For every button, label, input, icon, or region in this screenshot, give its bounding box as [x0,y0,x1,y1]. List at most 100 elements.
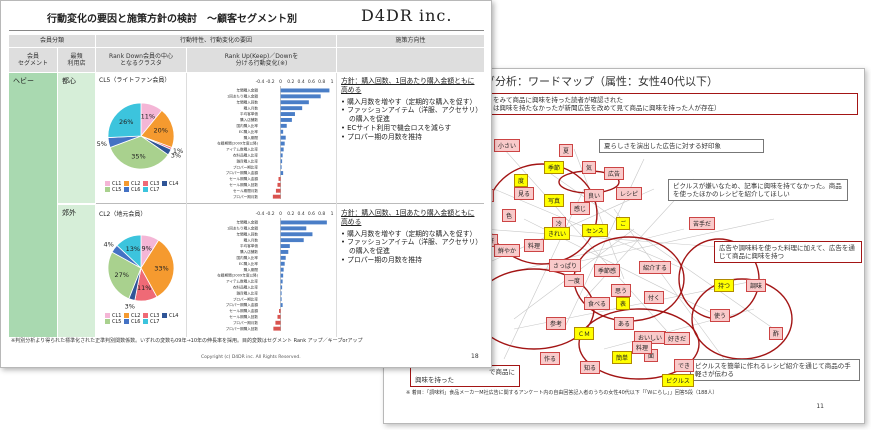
policy-suburb: 方針：購入回数、1回あたり購入金額ともに高める • 購入月数を増やす（定期的な購… [341,209,481,265]
word-node: ＣＭ [574,327,595,340]
bar-category-label: 雑貨購入比率 [236,158,258,163]
legend-label: CL6 [131,187,141,193]
word-node: 季節感 [594,264,621,277]
bar-axis-tick: 0.4 [298,211,305,217]
word-node: 使う [710,309,731,322]
pie-label-cl1: 11% [141,113,155,121]
bar-mark [280,238,304,243]
page-number: 18 [471,353,479,360]
policy-list-urban: • 購入月数を増やす（定期的な購入を促す） • ファッションアイテム（洋服、アクセ… [341,98,481,142]
bar-axis-tick: 0.6 [308,79,315,85]
bar-mark [280,147,284,152]
bar-mark [275,188,281,193]
pie-legend-urban: CL1 CL2 CL3 CL4CL5 CL6 CL7 [105,181,185,193]
header-policy-blank [337,48,484,72]
pie-label-cl2: 33% [154,265,168,273]
bar-axis-tick: -0.4 [256,79,265,85]
legend-item-cl7: CL7 [143,187,162,193]
annotation-interest-line-2: 興味を持った [415,376,454,385]
word-node: 付く [644,291,665,304]
bar-mark [280,244,290,248]
word-node: でき [674,359,695,372]
word-node: 紹介する [639,261,672,274]
bar-category-label: 衣料品購入比率 [233,285,259,290]
policy-item: • プロパー期の月数を推持 [341,132,422,141]
legend-swatch [105,187,110,192]
bar-category-label: セール期購入金額 [229,308,258,313]
bar-category-label: 購入月数 [244,105,259,110]
legend-swatch [143,313,148,318]
bar-category-label: 年間購入金額 [236,88,258,93]
legend-label: CL5 [112,319,122,325]
legend-item-cl4: CL4 [162,313,181,319]
store-cell-urban: 都心 [58,73,95,203]
pie-label-cl2: 20% [154,127,168,135]
segment-label: ヘビー [13,77,34,85]
bar-mark [280,171,284,175]
bar-category-label: プロパー期購入回数 [226,326,259,331]
word-node: きれい [544,227,571,240]
legend-label: CL6 [131,319,141,325]
bar-axis-tick: 0 [279,211,282,217]
pie-label-cl6: 5% [97,140,107,148]
policy-head-urban: 方針：購入回数、1回あたり購入金額ともに高める [341,77,475,94]
bar-chart-suburb: -0.4 -0.2 0 0.2 0.4 0.6 0.8 1 年間購入金額1回あたり購入金額年間購… [217,211,334,331]
bar-axis-tick: 1 [331,211,334,217]
bar-mark [280,165,282,170]
annotation-seasoning: 広告や調味料を使った料理に加えて、広告を通じて商品に興味を持つ [714,241,862,264]
header-member-category: 会員分類 [9,35,95,47]
word-node: 度 [514,174,529,187]
word-node: 季節 [544,161,565,174]
annotation-interest: で商品に 興味を持った [410,365,520,388]
bar-axis-tick: 0.2 [287,211,294,217]
cluster-label-suburb: CL2（地元会員） [99,211,147,218]
pie-label-cl1: 9% [142,244,152,252]
bar-category-label: 購入月数 [244,237,259,242]
bar-category-label: EC購入比率 [239,129,259,134]
word-node: 簡単 [612,351,633,364]
bar-axis-tick: 1 [331,79,334,85]
word-node: 小さい [494,139,521,152]
legend-swatch [143,181,148,186]
legend-swatch [124,181,129,186]
legend-item-cl6: CL6 [124,187,143,193]
bar-mark [280,297,282,302]
bar-category-label: 購入店舗数 [240,249,258,254]
word-node: 広告 [604,167,625,180]
bar-mark [280,285,283,290]
bar-category-label: EC購入比率 [239,261,259,266]
word-node: 写真 [544,194,565,207]
word-node: 良い [584,189,605,202]
bar-category-label: アイテム数購入比率 [226,279,258,284]
legend-label: CL4 [169,181,179,187]
bar-mark [280,226,307,231]
bar-mark [277,314,281,319]
bar-chart-urban: -0.4 -0.2 0 0.2 0.4 0.6 0.8 1 年間購入金額1回あたり購入金額年間購… [217,79,334,199]
legend-swatch [105,319,110,324]
bar-category-label: 購入店舗数 [240,117,258,122]
bar-category-label: プロパー期比率 [233,164,259,169]
bar-category-label: アイテム数購入比率 [226,147,258,152]
policy-item: • ECサイト利用で機会ロスを減らす [341,124,452,133]
word-node: 調味 [746,279,767,292]
bar-category-label: セール期購入回数 [229,314,258,319]
bar-axis-tick: -0.4 [256,211,265,217]
annotation-pickles-dislike: ピクルスが嫌いなため、記事に興味を持てなかった。商品を使ったほかのレシピを紹介し… [668,179,848,202]
bar-category-label: 平均客単価 [240,111,258,116]
bar-mark [280,291,282,296]
word-node: 作る [540,352,561,365]
word-node: ピクルス [662,374,694,387]
header-behavior-factor: 行動特性、行動変化の要因 [96,35,336,47]
title-rule [9,30,484,31]
bar-category-label: 在籍期間(2009年度以降) [217,273,258,278]
bar-category-label: 年間購入金額 [236,220,258,225]
pie-chart-suburb: 9% 33% 11% 3% 27% 4% 13% [103,234,175,310]
bar-mark [280,112,295,116]
row-separator [96,203,484,204]
policy-item: • ファッションアイテム（洋服、アクセサリ）の購入を促進 [341,106,479,124]
pie-label-cl3: 11% [137,284,151,292]
bar-mark [280,153,283,158]
legend-swatch [105,313,110,318]
legend-label: CL5 [112,187,122,193]
legend-label: CL4 [169,313,179,319]
